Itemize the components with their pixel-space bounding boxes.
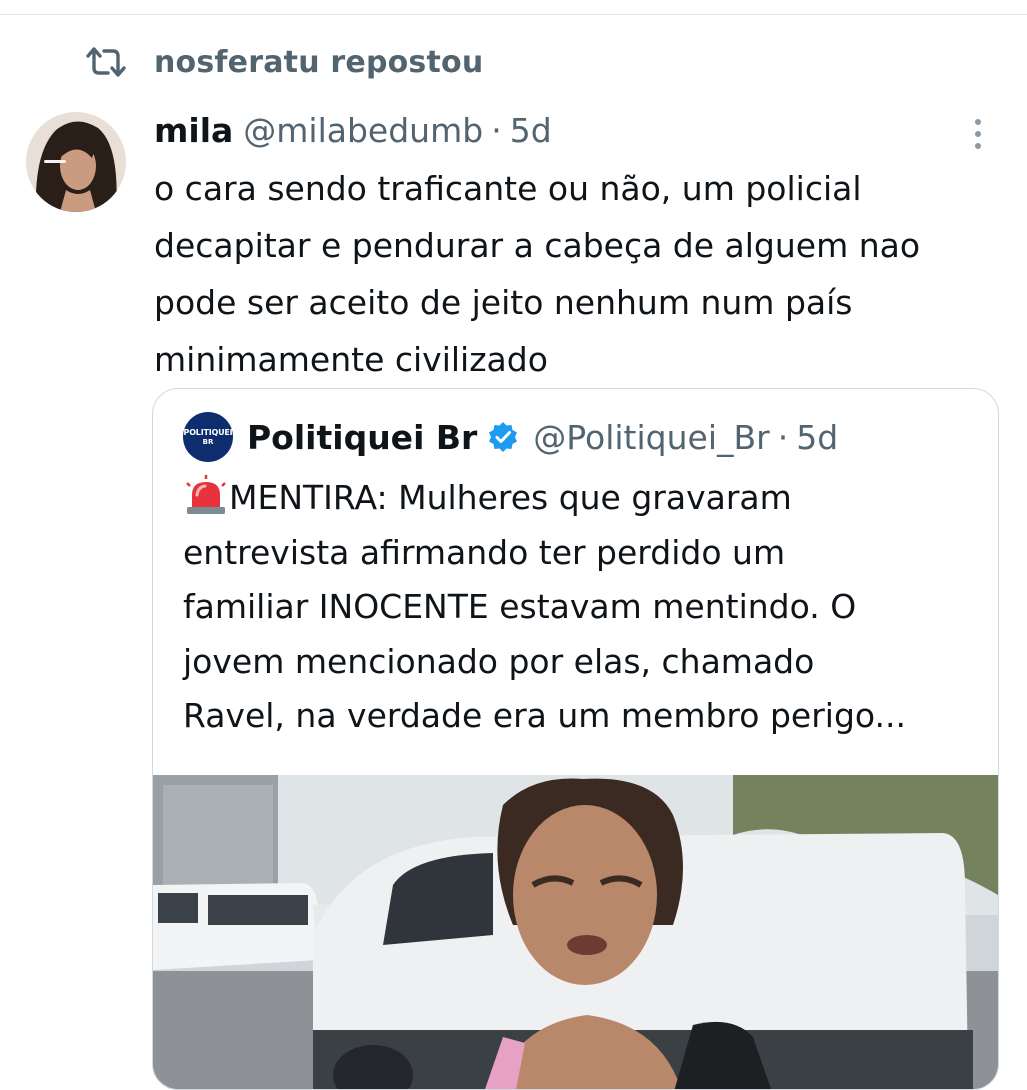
- tweet-timestamp[interactable]: 5d: [510, 111, 552, 150]
- more-options-button[interactable]: [960, 112, 996, 156]
- repost-context[interactable]: nosferatu repostou: [84, 40, 483, 84]
- quoted-avatar-text-1: POLITIQUEI: [183, 427, 233, 437]
- quoted-tweet-text: MENTIRA: Mulheres que gravaram entrevist…: [183, 478, 906, 735]
- quoted-author-display-name[interactable]: Politiquei Br: [247, 418, 477, 457]
- separator-dot: ·: [491, 110, 502, 150]
- author-handle[interactable]: @milabedumb: [243, 111, 483, 150]
- quoted-tweet-timestamp[interactable]: 5d: [796, 418, 838, 457]
- more-vertical-icon: [975, 119, 981, 149]
- verified-badge-icon: [489, 422, 518, 452]
- quoted-tweet-video-thumbnail[interactable]: [153, 775, 998, 1089]
- quoted-tweet-body: MENTIRA: Mulheres que gravaram entrevist…: [183, 471, 973, 744]
- avatar[interactable]: [26, 112, 126, 212]
- quoted-author-handle[interactable]: @Politiquei_Br: [533, 418, 769, 457]
- tweet-header: mila @milabedumb · 5d: [154, 106, 552, 154]
- author-display-name[interactable]: mila: [154, 111, 233, 150]
- quoted-avatar[interactable]: POLITIQUEI BR: [183, 412, 233, 462]
- top-divider: [0, 14, 1027, 15]
- repost-icon: [86, 47, 126, 77]
- quoted-avatar-text-2: BR: [202, 437, 214, 446]
- siren-icon: [186, 475, 226, 514]
- quoted-tweet-card[interactable]: POLITIQUEI BR Politiquei Br @Politiquei_…: [152, 388, 999, 1090]
- repost-label: nosferatu repostou: [154, 44, 484, 80]
- quoted-tweet-header: POLITIQUEI BR Politiquei Br @Politiquei_…: [183, 411, 838, 463]
- tweet-text: o cara sendo traficante ou não, um polic…: [154, 169, 921, 379]
- quoted-separator-dot: ·: [777, 417, 789, 457]
